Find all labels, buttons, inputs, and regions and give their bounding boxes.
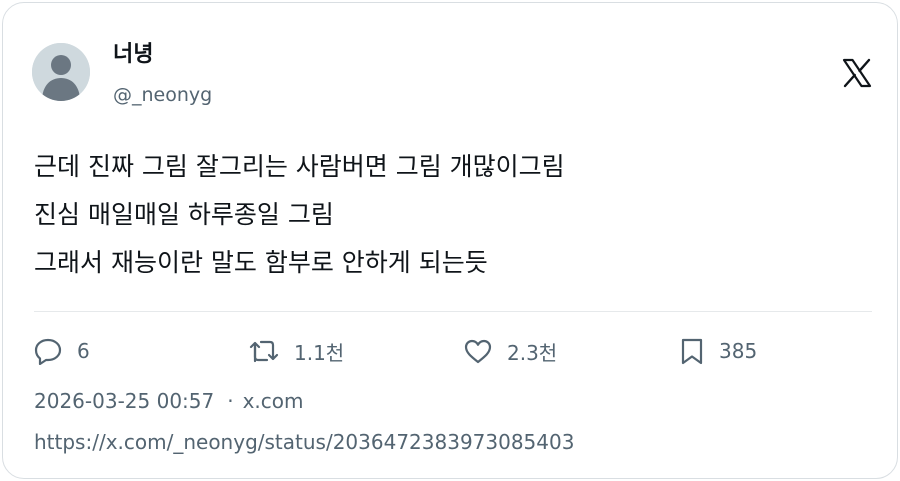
tweet-url[interactable]: https://x.com/_neonyg/status/20364723839… — [34, 428, 574, 456]
reply-icon — [34, 338, 62, 365]
retweet-count: 1.1천 — [294, 340, 345, 365]
retweet-button[interactable]: 1.1천 — [248, 336, 344, 366]
meta-separator: · — [227, 389, 234, 413]
bookmark-button[interactable]: 385 — [679, 336, 757, 366]
source-link[interactable]: x.com — [243, 389, 304, 413]
heart-icon — [464, 339, 492, 364]
reply-count: 6 — [77, 339, 90, 363]
tweet-text: 근데 진짜 그림 잘그리는 사람버면 그림 개많이그림 진심 매일매일 하루종일… — [34, 143, 874, 287]
retweet-icon — [249, 340, 279, 363]
bookmark-icon — [681, 338, 703, 365]
tweet-line: 진심 매일매일 하루종일 그림 — [34, 200, 334, 229]
author-handle[interactable]: @_neonyg — [113, 83, 212, 107]
tweet-meta: 2026-03-25 00:57 · x.com — [34, 387, 304, 415]
like-count: 2.3천 — [507, 340, 558, 365]
tweet-line: 그래서 재능이란 말도 함부로 안하게 되는듯 — [34, 248, 488, 277]
tweet-line: 근데 진짜 그림 잘그리는 사람버면 그림 개많이그림 — [34, 152, 565, 181]
avatar[interactable] — [32, 43, 90, 101]
divider — [34, 311, 872, 312]
like-button[interactable]: 2.3천 — [463, 336, 557, 366]
default-avatar-icon — [32, 43, 90, 101]
author-display-name[interactable]: 너녕 — [113, 41, 153, 69]
x-logo-icon[interactable] — [842, 58, 872, 88]
tweet-card: 너녕 @_neonyg 근데 진짜 그림 잘그리는 사람버면 그림 개많이그림 … — [2, 2, 898, 479]
bookmark-count: 385 — [719, 339, 758, 363]
reply-button[interactable]: 6 — [33, 336, 90, 366]
timestamp[interactable]: 2026-03-25 00:57 — [34, 389, 214, 413]
